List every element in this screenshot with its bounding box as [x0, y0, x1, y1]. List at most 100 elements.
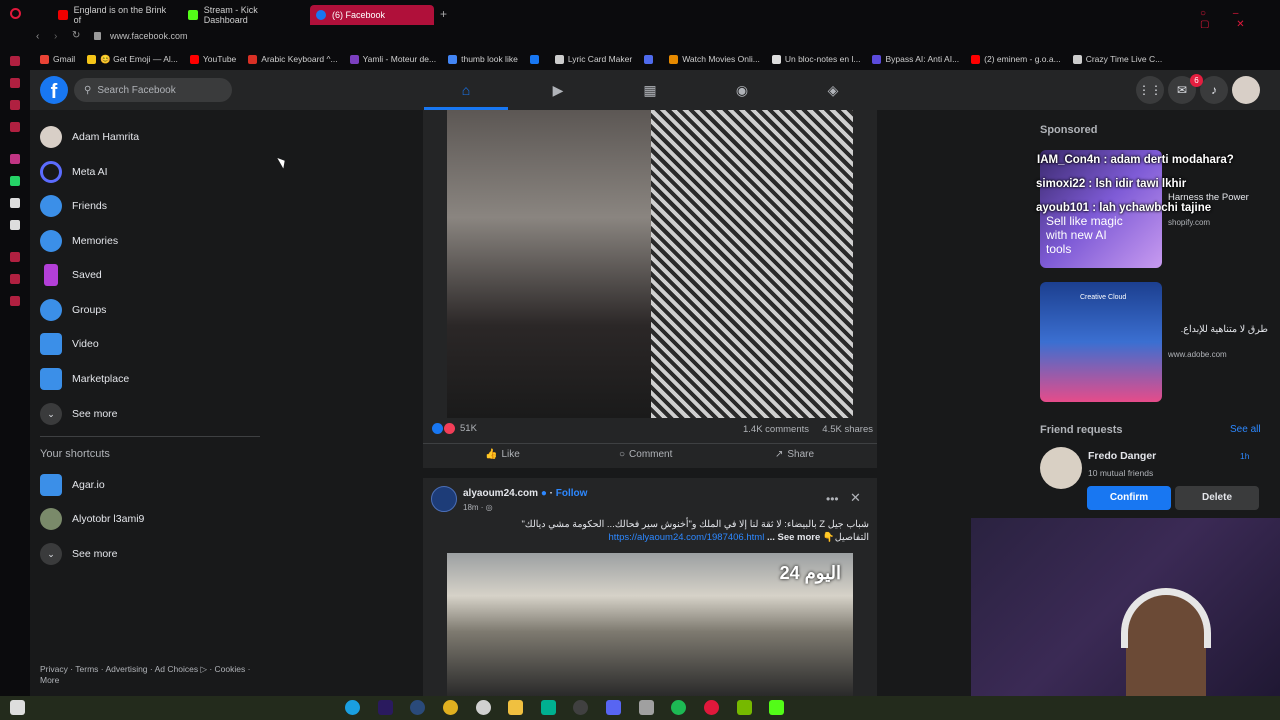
- post-photo-left[interactable]: [447, 110, 651, 418]
- shares-count[interactable]: 4.5K shares: [822, 424, 873, 435]
- sidebar-item-saved[interactable]: Saved: [40, 260, 102, 290]
- page-name[interactable]: alyaoum24.com ● · Follow: [463, 488, 587, 499]
- bookmark-item[interactable]: Un bloc-notes en l...: [771, 54, 860, 64]
- windows-start-icon[interactable]: [10, 700, 25, 715]
- home-icon[interactable]: ⌂: [456, 80, 476, 100]
- sidebar-item-profile[interactable]: Adam Hamrita: [40, 122, 139, 152]
- avatar[interactable]: [1040, 447, 1082, 489]
- ad-image-adobe[interactable]: Creative Cloud: [1040, 282, 1162, 402]
- sidebar-item-friends[interactable]: Friends: [40, 191, 107, 221]
- bookmark-item[interactable]: Crazy Time Live C...: [1072, 54, 1162, 64]
- menu-grid-icon[interactable]: ⋮⋮: [1136, 76, 1164, 104]
- spotify-icon[interactable]: [671, 700, 686, 715]
- shortcut-label: Alyotobr l3ami9: [72, 513, 145, 525]
- chrome-icon[interactable]: [443, 700, 458, 715]
- facebook-logo[interactable]: f: [40, 76, 68, 104]
- reload-icon[interactable]: ↻: [72, 30, 80, 41]
- like-button[interactable]: 👍 Like: [485, 449, 520, 460]
- post-link[interactable]: https://alyaoum24.com/1987406.html: [609, 532, 765, 543]
- sidebar-item-marketplace[interactable]: Marketplace: [40, 364, 129, 394]
- groups-nav-icon[interactable]: ◉: [732, 80, 752, 100]
- reaction-summary[interactable]: 51K: [432, 423, 477, 434]
- post-timestamp[interactable]: 18m · ◎: [463, 503, 493, 512]
- shortcut-alyotobr[interactable]: Alyotobr l3ami9: [40, 504, 144, 534]
- sidebar-icon[interactable]: [10, 296, 20, 306]
- window-controls[interactable]: ○ – ▢ ✕: [1200, 8, 1280, 30]
- sidebar-item-groups[interactable]: Groups: [40, 295, 106, 325]
- sidebar-see-more[interactable]: ⌄ See more: [40, 399, 118, 429]
- bookmark-item[interactable]: YouTube: [189, 54, 236, 64]
- see-all-link[interactable]: See all: [1230, 424, 1261, 435]
- mutual-friends[interactable]: 10 mutual friends: [1088, 468, 1153, 478]
- kick-icon[interactable]: [769, 700, 784, 715]
- bookmark-item[interactable]: Arabic Keyboard ^...: [248, 54, 338, 64]
- premiere-icon[interactable]: [378, 700, 393, 715]
- bookmark-item[interactable]: Gmail: [40, 54, 75, 64]
- bookmark-item[interactable]: Bypass AI: Anti AI...: [872, 54, 959, 64]
- bookmark-item[interactable]: 😊 Get Emoji — Al...: [87, 54, 178, 65]
- app-icon[interactable]: [476, 700, 491, 715]
- app-icon[interactable]: [541, 700, 556, 715]
- sidebar-icon[interactable]: [10, 56, 20, 66]
- opera-logo-icon[interactable]: [10, 8, 21, 19]
- edge-icon[interactable]: [345, 700, 360, 715]
- sidebar-item-label: Memories: [72, 235, 119, 247]
- tab-facebook[interactable]: (6) Facebook: [310, 5, 434, 25]
- tiktok-icon[interactable]: [10, 198, 20, 208]
- tab-kick[interactable]: Stream - Kick Dashboard: [182, 5, 302, 25]
- search-input[interactable]: ⚲ Search Facebook: [74, 78, 232, 102]
- forward-icon[interactable]: ›: [54, 31, 57, 42]
- marketplace-nav-icon[interactable]: ▦: [640, 80, 660, 100]
- whatsapp-icon[interactable]: [10, 176, 20, 186]
- shortcut-agario[interactable]: Agar.io: [40, 470, 105, 500]
- gaming-nav-icon[interactable]: ◈: [823, 80, 843, 100]
- sidebar-icon[interactable]: [10, 122, 20, 132]
- page-avatar[interactable]: [431, 486, 457, 512]
- new-tab-button[interactable]: +: [440, 7, 447, 21]
- shortcuts-see-more[interactable]: ⌄ See more: [40, 539, 118, 569]
- close-post-icon[interactable]: ✕: [850, 490, 861, 506]
- sidebar-item-video[interactable]: Video: [40, 329, 99, 359]
- bookmark-item[interactable]: Watch Movies Onli...: [669, 54, 760, 64]
- confirm-button[interactable]: Confirm: [1087, 486, 1171, 510]
- bookmark-item[interactable]: thumb look like: [448, 54, 518, 64]
- app-icon[interactable]: [573, 700, 588, 715]
- instagram-icon[interactable]: [10, 154, 20, 164]
- ad-title[interactable]: طرق لا متناهية للإبداع.: [1168, 324, 1268, 335]
- post-photo[interactable]: اليوم 24: [447, 553, 853, 696]
- bookmark-item[interactable]: Yamli - Moteur de...: [349, 54, 436, 64]
- discord-icon[interactable]: [606, 700, 621, 715]
- back-icon[interactable]: ‹: [36, 31, 39, 42]
- sidebar-icon[interactable]: [10, 252, 20, 262]
- comment-button[interactable]: ○ Comment: [619, 449, 672, 460]
- post-options-icon[interactable]: •••: [826, 492, 839, 506]
- sidebar-item-memories[interactable]: Memories: [40, 226, 118, 256]
- sidebar-icon[interactable]: [10, 78, 20, 88]
- steam-icon[interactable]: [410, 700, 425, 715]
- friend-request-name[interactable]: Fredo Danger: [1088, 450, 1156, 462]
- share-button[interactable]: ↗ Share: [775, 449, 814, 460]
- bookmark-item[interactable]: [644, 54, 657, 64]
- nvidia-icon[interactable]: [737, 700, 752, 715]
- profile-avatar[interactable]: [1232, 76, 1260, 104]
- file-explorer-icon[interactable]: [508, 700, 523, 715]
- see-more-link[interactable]: ... See more: [767, 532, 820, 543]
- url-field[interactable]: www.facebook.com: [110, 31, 188, 41]
- footer-links[interactable]: Privacy · Terms · Advertising · Ad Choic…: [40, 664, 260, 686]
- post-photo-right[interactable]: [651, 110, 853, 418]
- delete-button[interactable]: Delete: [1175, 486, 1259, 510]
- comments-count[interactable]: 1.4K comments: [743, 424, 809, 435]
- video-nav-icon[interactable]: ▶: [548, 80, 568, 100]
- follow-button[interactable]: Follow: [556, 488, 588, 499]
- sidebar-icon[interactable]: [10, 274, 20, 284]
- opera-icon[interactable]: [704, 700, 719, 715]
- bookmark-item[interactable]: [529, 54, 543, 64]
- sidebar-icon[interactable]: [10, 100, 20, 110]
- app-icon[interactable]: [639, 700, 654, 715]
- notifications-bell-icon[interactable]: ♪: [1200, 76, 1228, 104]
- tab-england[interactable]: England is on the Brink of: [52, 5, 172, 25]
- bookmark-item[interactable]: (2) eminem - g.o.a...: [971, 54, 1061, 64]
- sidebar-item-meta-ai[interactable]: Meta AI: [40, 157, 108, 187]
- x-icon[interactable]: [10, 220, 20, 230]
- bookmark-item[interactable]: Lyric Card Maker: [554, 54, 632, 64]
